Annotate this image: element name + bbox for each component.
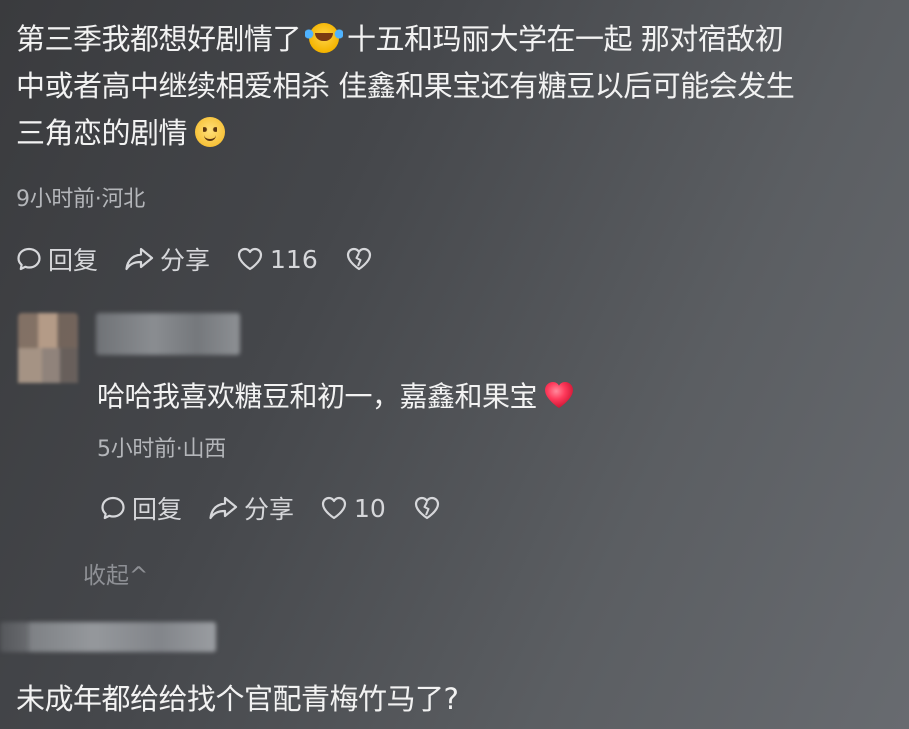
reply-actions: 回复 分享 10 bbox=[100, 490, 474, 526]
broken-heart-icon bbox=[346, 247, 371, 271]
heart-outline-icon bbox=[321, 496, 347, 520]
like-count: 10 bbox=[354, 493, 386, 523]
reply-body: 哈哈我喜欢糖豆和初一，嘉鑫和果宝 bbox=[97, 375, 575, 417]
share-label: 分享 bbox=[160, 246, 211, 275]
share-label: 分享 bbox=[244, 495, 295, 524]
reply-text: 哈哈我喜欢糖豆和初一，嘉鑫和果宝 bbox=[97, 380, 538, 413]
reply-bubble-icon bbox=[17, 247, 41, 271]
share-arrow-icon bbox=[209, 496, 238, 520]
comment-line-3: 三角恋的剧情 bbox=[16, 110, 896, 157]
red-heart-emoji-icon bbox=[543, 380, 575, 417]
heart-outline-icon bbox=[237, 247, 263, 271]
reply-avatar[interactable] bbox=[18, 313, 78, 383]
like-count: 116 bbox=[270, 244, 318, 274]
dislike-button[interactable] bbox=[344, 246, 380, 272]
next-comment-text: 未成年都给给找个官配青梅竹马了? bbox=[16, 682, 459, 716]
reply-label: 回复 bbox=[132, 495, 183, 524]
reply-meta: 5小时前·山西 bbox=[97, 437, 226, 462]
reply-dislike-button[interactable] bbox=[412, 495, 448, 521]
reply-username-blurred[interactable] bbox=[96, 313, 240, 355]
comment-line-1-part-1: 第三季我都想好剧情了 bbox=[16, 22, 302, 56]
reply-button[interactable]: 回复 bbox=[16, 241, 98, 277]
comment-meta: 9小时前·河北 bbox=[16, 187, 145, 212]
crying-laughing-emoji-icon bbox=[305, 23, 344, 53]
comment-line-1: 第三季我都想好剧情了 十五和玛丽大学在一起 那对宿敌初 bbox=[16, 16, 896, 63]
reply-share-button[interactable]: 分享 bbox=[208, 490, 294, 526]
reply-label: 回复 bbox=[48, 246, 99, 275]
smiling-face-emoji-icon bbox=[195, 117, 226, 147]
comment-line-2: 中或者高中继续相爱相杀 佳鑫和果宝还有糖豆以后可能会发生 bbox=[16, 69, 795, 103]
broken-heart-icon bbox=[414, 496, 439, 520]
comment-line-1-part-2: 十五和玛丽大学在一起 那对宿敌初 bbox=[347, 22, 784, 56]
share-arrow-icon bbox=[125, 247, 154, 271]
comment-body: 第三季我都想好剧情了 十五和玛丽大学在一起 那对宿敌初 中或者高中继续相爱相杀 佳… bbox=[16, 16, 896, 157]
like-button[interactable]: 116 bbox=[236, 245, 318, 274]
next-username-blurred[interactable] bbox=[28, 622, 216, 652]
share-button[interactable]: 分享 bbox=[124, 241, 210, 277]
reply-bubble-icon bbox=[101, 496, 125, 520]
collapse-replies-button[interactable]: 收起^ bbox=[83, 556, 148, 590]
comment-actions: 回复 分享 116 bbox=[16, 241, 406, 277]
next-avatar-blurred[interactable] bbox=[0, 622, 30, 652]
reply-like-button[interactable]: 10 bbox=[320, 494, 386, 523]
comment-line-3-text: 三角恋的剧情 bbox=[16, 116, 188, 150]
reply-reply-button[interactable]: 回复 bbox=[100, 490, 182, 526]
